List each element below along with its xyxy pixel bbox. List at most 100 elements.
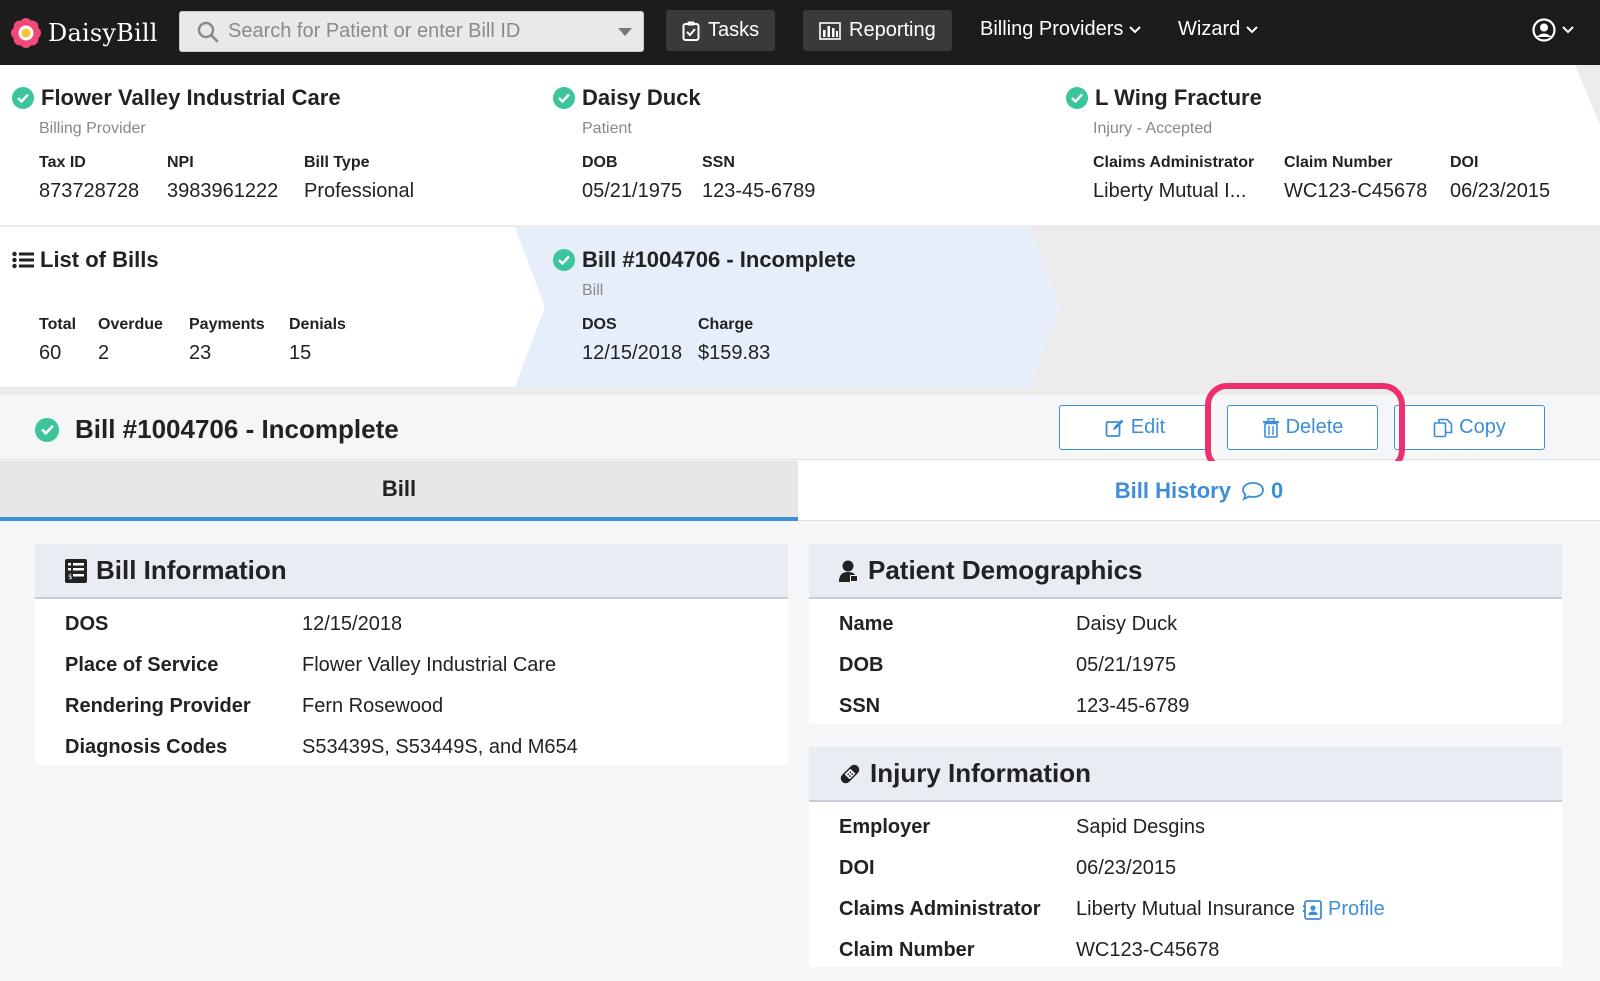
field-value: 60 bbox=[39, 342, 62, 364]
reporting-button[interactable]: Reporting bbox=[803, 10, 952, 51]
crumb-subtitle: Billing Provider bbox=[39, 120, 146, 137]
field-value: 873728728 bbox=[39, 180, 140, 202]
info-row: DOS 12/15/2018 bbox=[65, 604, 788, 645]
info-row: DOB 05/21/1975 bbox=[839, 645, 1562, 686]
copy-label: Copy bbox=[1459, 416, 1506, 438]
chevron-down-icon bbox=[1246, 25, 1258, 33]
panel-header: Patient Demographics bbox=[809, 544, 1562, 599]
tasks-label: Tasks bbox=[708, 19, 760, 41]
crumb-bill-active[interactable]: Bill #1004706 - Incomplete Bill DOS 12/15… bbox=[515, 227, 1060, 387]
search-input[interactable] bbox=[228, 20, 607, 43]
wizard-label: Wizard bbox=[1178, 18, 1241, 40]
crumb-injury[interactable]: L Wing Fracture Injury - Accepted Claims… bbox=[1030, 65, 1600, 225]
search-icon bbox=[188, 21, 228, 43]
row-label: Employer bbox=[839, 816, 931, 838]
field-label: Tax ID bbox=[39, 154, 86, 171]
info-row: Employer Sapid Desgins bbox=[839, 807, 1562, 848]
panel-title: Bill Information bbox=[96, 555, 287, 585]
copy-button[interactable]: Copy bbox=[1394, 405, 1545, 450]
crumb-title: Daisy Duck bbox=[582, 85, 701, 110]
row-value: 123-45-6789 bbox=[1076, 695, 1190, 717]
field-value: 06/23/2015 bbox=[1450, 180, 1551, 202]
claims-admin-profile-link[interactable]: Profile bbox=[1303, 898, 1385, 921]
edit-icon bbox=[1105, 419, 1124, 437]
crumb-title: Flower Valley Industrial Care bbox=[41, 85, 341, 110]
row-value: Daisy Duck bbox=[1076, 613, 1178, 635]
edit-button[interactable]: Edit bbox=[1059, 405, 1211, 450]
edit-label: Edit bbox=[1130, 416, 1166, 438]
row-label: Place of Service bbox=[65, 654, 219, 676]
crumb-title: L Wing Fracture bbox=[1095, 85, 1262, 110]
history-count: 0 bbox=[1270, 478, 1284, 503]
user-circle-icon bbox=[1532, 18, 1556, 42]
crumb-subtitle: Injury - Accepted bbox=[1093, 120, 1213, 137]
info-row: Claims Administrator Liberty Mutual Insu… bbox=[839, 889, 1562, 930]
field-value: Liberty Mutual I... bbox=[1093, 180, 1247, 202]
crumb-patient[interactable]: Daisy Duck Patient DOB 05/21/1975 SSN 123-… bbox=[515, 65, 1060, 225]
crumb-subtitle: Bill bbox=[582, 282, 604, 299]
field-label: DOS bbox=[582, 316, 617, 333]
check-circle-icon bbox=[1066, 87, 1088, 109]
row-value: 06/23/2015 bbox=[1076, 857, 1177, 879]
svg-text:$: $ bbox=[68, 573, 72, 581]
info-row: Diagnosis Codes S53439S, S53449S, and M65… bbox=[65, 727, 788, 768]
brand-name: DaisyBill bbox=[48, 19, 158, 47]
row-label: Claim Number bbox=[839, 939, 975, 961]
billing-providers-menu[interactable]: Billing Providers bbox=[980, 18, 1142, 41]
field-label: NPI bbox=[167, 154, 194, 171]
field-value: 23 bbox=[189, 342, 212, 364]
brand[interactable]: DaisyBill bbox=[10, 16, 158, 50]
field-label: DOB bbox=[582, 154, 618, 171]
row-value: 05/21/1975 bbox=[1076, 654, 1177, 676]
caret-down-icon[interactable] bbox=[607, 27, 643, 36]
check-circle-icon bbox=[12, 87, 34, 109]
field-label: Charge bbox=[698, 316, 754, 333]
crumb-billing-provider[interactable]: Flower Valley Industrial Care Billing Pr… bbox=[0, 65, 545, 225]
field-label: Bill Type bbox=[304, 154, 370, 171]
field-label: Overdue bbox=[98, 316, 163, 333]
field-value: 123-45-6789 bbox=[702, 180, 816, 202]
search-bar[interactable] bbox=[179, 11, 644, 52]
tab-bill[interactable]: Bill bbox=[0, 461, 798, 521]
field-value: Professional bbox=[304, 180, 415, 202]
row-value: WC123-C45678 bbox=[1076, 939, 1220, 961]
row-value: 12/15/2018 bbox=[302, 613, 403, 635]
top-navbar: DaisyBill Tasks Reporting Billing Provid… bbox=[0, 0, 1600, 65]
crumb-list-of-bills[interactable]: List of Bills Total 60 Overdue 2 Payments 2… bbox=[0, 227, 545, 387]
copy-icon bbox=[1433, 418, 1453, 437]
panel-title: Injury Information bbox=[870, 758, 1091, 788]
row-value: Fern Rosewood bbox=[302, 695, 444, 717]
breadcrumb: Flower Valley Industrial Care Billing Pr… bbox=[0, 65, 1600, 395]
bandage-icon bbox=[840, 764, 860, 783]
info-row: DOI 06/23/2015 bbox=[839, 848, 1562, 889]
row-value: Flower Valley Industrial Care bbox=[302, 654, 557, 676]
row-label: SSN bbox=[839, 695, 881, 717]
list-icon bbox=[12, 251, 34, 269]
row-label: Rendering Provider bbox=[65, 695, 251, 717]
injury-information-panel: Injury Information Employer Sapid Desgins… bbox=[809, 747, 1562, 967]
comment-icon bbox=[1242, 482, 1264, 501]
field-value: WC123-C45678 bbox=[1284, 180, 1428, 202]
tab-bill-label: Bill bbox=[381, 476, 417, 501]
row-value: Sapid Desgins bbox=[1076, 816, 1205, 838]
field-value: 2 bbox=[98, 342, 110, 364]
row-value: Liberty Mutual Insurance bbox=[1076, 898, 1296, 920]
chevron-down-icon bbox=[1562, 26, 1574, 34]
info-row: Name Daisy Duck bbox=[839, 604, 1562, 645]
field-value: 05/21/1975 bbox=[582, 180, 683, 202]
delete-button[interactable]: Delete bbox=[1227, 405, 1378, 450]
check-circle-icon bbox=[553, 87, 575, 109]
check-circle-icon bbox=[553, 249, 575, 271]
wizard-menu[interactable]: Wizard bbox=[1178, 18, 1258, 41]
user-menu[interactable] bbox=[1532, 18, 1574, 42]
receipt-icon: $ bbox=[65, 558, 87, 583]
tasks-button[interactable]: Tasks bbox=[666, 10, 776, 51]
page-title: Bill #1004706 - Incomplete bbox=[75, 414, 399, 444]
info-row: Place of Service Flower Valley Industrial… bbox=[65, 645, 788, 686]
row-label: DOS bbox=[65, 613, 109, 635]
profile-link-label: Profile bbox=[1328, 898, 1385, 920]
tab-bill-history[interactable]: Bill History 0 bbox=[798, 461, 1600, 521]
row-value: S53439S, S53449S, and M654 bbox=[302, 736, 578, 758]
trash-icon bbox=[1262, 417, 1279, 438]
daisy-logo-icon bbox=[11, 18, 41, 48]
